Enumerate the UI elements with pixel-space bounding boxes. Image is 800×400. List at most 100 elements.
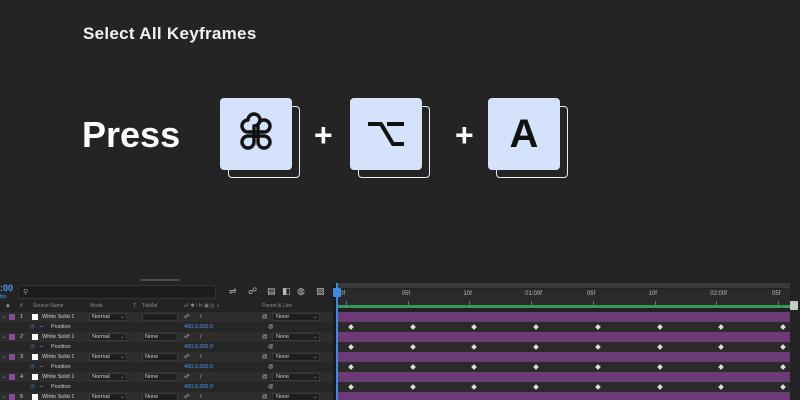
property-row[interactable]: ◷ ⌁ Position 400,0,200,0 @: [0, 382, 333, 392]
quality-switch-icon[interactable]: /: [200, 354, 202, 360]
keyframe-diamond[interactable]: [471, 384, 478, 390]
graph-icon[interactable]: ⌁: [40, 384, 43, 390]
keyframe-diamond[interactable]: [780, 364, 786, 370]
trkmat-select[interactable]: [142, 313, 178, 321]
keyframe-diamond[interactable]: [533, 344, 539, 350]
label-color-swatch[interactable]: [9, 374, 15, 380]
layer-name[interactable]: White Solid 1: [42, 334, 74, 340]
keyframe-diamond[interactable]: [348, 324, 354, 330]
keyframe-diamond[interactable]: [409, 344, 416, 350]
layer-row[interactable]: ⌄ 4 White Solid 1 Normal ⌄ None ☍ / @ None ⌄: [0, 372, 333, 382]
pickwhip-icon[interactable]: @: [262, 334, 268, 340]
pickwhip-icon[interactable]: @: [262, 354, 268, 360]
quality-switch-icon[interactable]: /: [200, 334, 202, 340]
expand-arrow-icon[interactable]: ⌄: [2, 374, 7, 380]
current-timecode[interactable]: :00: [0, 283, 13, 293]
shy-switch-icon[interactable]: ☍: [184, 394, 190, 400]
frame-blending-icon[interactable]: ▤: [267, 286, 276, 297]
keyframe-diamond[interactable]: [718, 364, 725, 370]
pickwhip-icon[interactable]: @: [262, 374, 268, 380]
keyframe-diamond[interactable]: [656, 344, 663, 350]
layer-search-input[interactable]: ⚲: [18, 285, 216, 299]
quality-switch-icon[interactable]: /: [200, 314, 202, 320]
keyframe-diamond[interactable]: [533, 384, 539, 390]
layer-row[interactable]: ⌄ 2 White Solid 1 Normal ⌄ None ☍ / @ None ⌄: [0, 332, 333, 342]
stopwatch-icon[interactable]: ◷: [30, 384, 35, 390]
layer-duration-bar[interactable]: [336, 332, 790, 342]
draft-3d-icon[interactable]: ⇌: [229, 286, 237, 297]
stopwatch-icon[interactable]: ◷: [30, 324, 35, 330]
work-area-bar[interactable]: [336, 305, 790, 308]
keyframe-diamond[interactable]: [409, 364, 416, 370]
keyframe-diamond[interactable]: [533, 364, 539, 370]
motion-blur-icon[interactable]: ◧: [282, 286, 291, 297]
keyframe-diamond[interactable]: [656, 324, 663, 330]
expand-arrow-icon[interactable]: ⌄: [2, 394, 7, 400]
keyframe-diamond[interactable]: [656, 364, 663, 370]
layer-name[interactable]: White Solid 1: [42, 394, 74, 400]
layer-name[interactable]: White Solid 1: [42, 354, 74, 360]
pickwhip-icon[interactable]: @: [262, 394, 268, 400]
pickwhip-icon[interactable]: @: [268, 344, 274, 350]
stopwatch-icon[interactable]: ◷: [30, 344, 35, 350]
shy-switch-icon[interactable]: ☍: [184, 314, 190, 320]
label-color-swatch[interactable]: [9, 394, 15, 400]
keyframe-diamond[interactable]: [348, 344, 354, 350]
time-ruler[interactable]: 0f 05f 10f 01:00f 05f 10f 02:00f 05f: [336, 289, 790, 305]
property-row[interactable]: ◷ ⌁ Position 400,0,200,0 @: [0, 342, 333, 352]
layer-name[interactable]: White Solid 1: [42, 314, 74, 320]
shy-switch-icon[interactable]: ☍: [184, 334, 190, 340]
pickwhip-icon[interactable]: @: [262, 314, 268, 320]
keyframe-diamond[interactable]: [348, 384, 354, 390]
keyframe-diamond[interactable]: [656, 384, 663, 390]
expand-arrow-icon[interactable]: ⌄: [2, 334, 7, 340]
property-value[interactable]: 400,0,200,0: [184, 344, 213, 350]
layer-duration-bar[interactable]: [336, 392, 790, 400]
keyframe-diamond[interactable]: [595, 324, 601, 330]
property-value[interactable]: 400,0,200,0: [184, 324, 213, 330]
keyframe-diamond[interactable]: [348, 364, 354, 370]
graph-icon[interactable]: ⌁: [40, 344, 43, 350]
layer-row[interactable]: ⌄ 1 White Solid 1 Normal ⌄ ☍ / @ None ⌄: [0, 312, 333, 322]
label-color-swatch[interactable]: [9, 314, 15, 320]
keyframe-diamond[interactable]: [409, 384, 416, 390]
property-value[interactable]: 400,0,200,0: [184, 384, 213, 390]
layer-duration-bar[interactable]: [336, 352, 790, 362]
graph-editor-icon[interactable]: ◍: [297, 286, 305, 297]
property-value[interactable]: 400,0,200,0: [184, 364, 213, 370]
keyframe-diamond[interactable]: [718, 344, 725, 350]
keyframe-diamond[interactable]: [780, 384, 786, 390]
layer-duration-bar[interactable]: [336, 372, 790, 382]
layer-row[interactable]: ⌄ 3 White Solid 1 Normal ⌄ None ☍ / @ None ⌄: [0, 352, 333, 362]
keyframe-diamond[interactable]: [409, 324, 416, 330]
keyframe-diamond[interactable]: [533, 324, 539, 330]
pickwhip-icon[interactable]: @: [268, 364, 274, 370]
expand-arrow-icon[interactable]: ⌄: [2, 314, 7, 320]
keyframe-diamond[interactable]: [595, 344, 601, 350]
keyframe-diamond[interactable]: [780, 344, 786, 350]
label-color-swatch[interactable]: [9, 354, 15, 360]
stopwatch-icon[interactable]: ◷: [30, 364, 35, 370]
property-row[interactable]: ◷ ⌁ Position 400,0,200,0 @: [0, 322, 333, 332]
shy-switch-icon[interactable]: ☍: [184, 374, 190, 380]
playhead-line[interactable]: [336, 283, 338, 400]
layer-name[interactable]: White Solid 1: [42, 374, 74, 380]
source-name-column[interactable]: Source Name: [33, 303, 64, 309]
graph-icon[interactable]: ⌁: [40, 324, 43, 330]
keyframe-diamond[interactable]: [595, 364, 601, 370]
keyframe-diamond[interactable]: [595, 384, 601, 390]
keyframe-diamond[interactable]: [471, 324, 478, 330]
quality-switch-icon[interactable]: /: [200, 374, 202, 380]
panel-resize-handle[interactable]: [140, 279, 180, 281]
graph-icon[interactable]: ⌁: [40, 364, 43, 370]
comp-flowchart-icon[interactable]: ▨: [316, 286, 325, 297]
pickwhip-icon[interactable]: @: [268, 384, 274, 390]
shy-layers-icon[interactable]: ☍: [248, 286, 257, 297]
shy-switch-icon[interactable]: ☍: [184, 354, 190, 360]
pickwhip-icon[interactable]: @: [268, 324, 274, 330]
label-color-swatch[interactable]: [9, 334, 15, 340]
property-row[interactable]: ◷ ⌁ Position 400,0,200,0 @: [0, 362, 333, 372]
keyframe-diamond[interactable]: [471, 364, 478, 370]
navigator-bar[interactable]: [336, 283, 790, 288]
playhead-handle[interactable]: [333, 288, 341, 297]
